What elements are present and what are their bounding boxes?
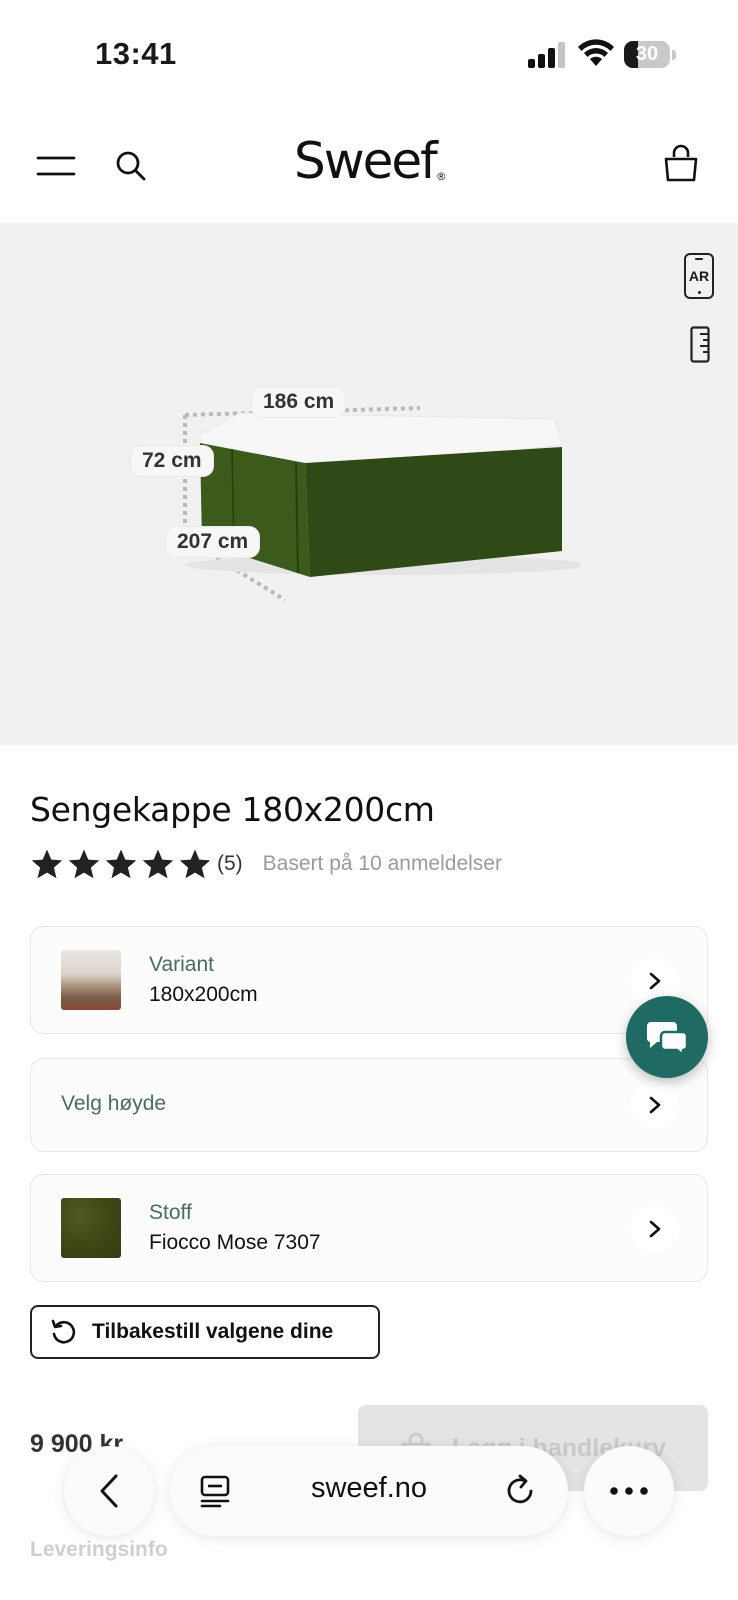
star-icon	[31, 849, 63, 879]
variant-thumbnail	[61, 950, 121, 1010]
ar-view-button[interactable]: AR	[684, 253, 714, 299]
rating-count: (5)	[217, 852, 243, 875]
status-bar: 13:41 30	[0, 0, 738, 100]
star-icon	[68, 849, 100, 879]
cellular-signal-icon	[528, 42, 565, 68]
site-header: Sweef®	[0, 100, 738, 223]
battery-percent: 30	[635, 43, 659, 65]
reset-choices-button[interactable]: Tilbakestill valgene dine	[30, 1305, 380, 1359]
more-options-icon	[610, 1487, 648, 1495]
height-selector[interactable]: Velg høyde	[30, 1058, 708, 1152]
star-icon	[179, 849, 211, 879]
fabric-swatch	[61, 1198, 121, 1258]
browser-more-button[interactable]	[584, 1446, 674, 1536]
fabric-selector[interactable]: Stoff Fiocco Mose 7307	[30, 1174, 708, 1282]
browser-address-bar[interactable]: sweef.no	[170, 1446, 568, 1536]
fabric-chevron-button[interactable]	[631, 1205, 679, 1253]
chevron-right-icon	[649, 972, 661, 990]
dimension-width-label: 186 cm	[252, 387, 346, 417]
search-button[interactable]	[108, 144, 154, 188]
cart-button[interactable]	[656, 138, 706, 188]
ruler-icon[interactable]	[690, 326, 710, 363]
browser-back-button[interactable]	[64, 1446, 154, 1536]
product-image[interactable]: AR 186 cm 72 cm 207 cm	[0, 223, 738, 745]
status-time: 13:41	[95, 36, 177, 71]
chevron-right-icon	[649, 1220, 661, 1238]
star-icon	[105, 849, 137, 879]
height-chevron-button[interactable]	[631, 1081, 679, 1129]
height-label: Velg høyde	[61, 1092, 167, 1115]
sweef-logo[interactable]: Sweef®	[294, 132, 447, 190]
reset-choices-label: Tilbakestill valgene dine	[92, 1320, 334, 1343]
chevron-left-icon	[100, 1474, 118, 1508]
bed-illustration	[183, 406, 580, 602]
variant-selector[interactable]: Variant 180x200cm	[30, 926, 708, 1034]
reload-icon[interactable]	[504, 1474, 538, 1508]
chat-button[interactable]	[626, 996, 708, 1078]
chat-bubbles-icon	[646, 1022, 689, 1056]
variant-label: Variant	[149, 953, 214, 976]
menu-button[interactable]	[30, 146, 82, 186]
rating-stars	[30, 848, 212, 880]
dimension-depth-label: 207 cm	[166, 527, 260, 557]
battery-icon: 30	[624, 41, 676, 68]
star-icon	[142, 849, 174, 879]
search-icon	[116, 151, 146, 181]
fabric-label: Stoff	[149, 1201, 192, 1224]
dimension-height-label: 72 cm	[131, 446, 213, 476]
shopping-bag-icon	[664, 144, 698, 182]
hamburger-icon	[36, 156, 76, 176]
reset-icon	[51, 1319, 76, 1344]
chevron-right-icon	[649, 1096, 661, 1114]
variant-value: 180x200cm	[149, 983, 258, 1006]
fabric-value: Fiocco Mose 7307	[149, 1231, 321, 1254]
product-rating[interactable]: (5) Basert på 10 anmeldelser	[30, 848, 502, 880]
rating-summary[interactable]: Basert på 10 anmeldelser	[263, 852, 502, 876]
delivery-info-link[interactable]: Leveringsinfo	[30, 1538, 168, 1562]
product-title: Sengekappe 180x200cm	[30, 790, 435, 829]
wifi-icon	[578, 39, 614, 66]
